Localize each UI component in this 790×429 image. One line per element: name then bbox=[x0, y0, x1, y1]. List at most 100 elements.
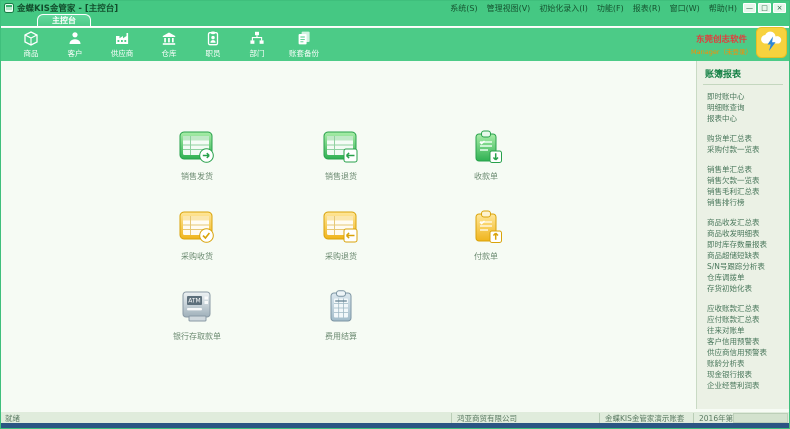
warehouse-icon bbox=[161, 30, 177, 46]
report-link[interactable]: 商品收发汇总表 bbox=[703, 217, 783, 228]
tab-main-console[interactable]: 主控台 bbox=[37, 14, 91, 26]
report-link[interactable]: 账龄分析表 bbox=[703, 358, 783, 369]
report-link[interactable]: 供应商信用预警表 bbox=[703, 347, 783, 358]
shortcut-sales-delivery[interactable]: 销售发货 bbox=[152, 129, 242, 182]
report-link[interactable]: 存货初始化表 bbox=[703, 283, 783, 294]
cloud-lightning-icon bbox=[756, 27, 787, 62]
toolbar-warehouse-button[interactable]: 仓库 bbox=[147, 29, 191, 60]
shortcut-label: 费用结算 bbox=[296, 331, 386, 342]
report-link[interactable]: 采购付款一览表 bbox=[703, 144, 783, 155]
shortcut-label: 银行存取款单 bbox=[152, 331, 242, 342]
svg-text:ATM: ATM bbox=[188, 298, 200, 305]
window-controls: — □ × bbox=[743, 3, 786, 13]
report-link[interactable]: S/N号跟踪分析表 bbox=[703, 261, 783, 272]
toolbar-label: 供应商 bbox=[111, 48, 134, 59]
report-link[interactable]: 销售排行榜 bbox=[703, 197, 783, 208]
toolbar-label: 客户 bbox=[68, 48, 83, 59]
menu-help[interactable]: 帮助(H) bbox=[709, 3, 737, 14]
menu-function[interactable]: 功能(F) bbox=[597, 3, 624, 14]
payment-bill-icon bbox=[467, 209, 505, 249]
report-link[interactable]: 销售欠款一览表 bbox=[703, 175, 783, 186]
employee-card-icon bbox=[205, 30, 221, 46]
report-link[interactable]: 商品收发明细表 bbox=[703, 228, 783, 239]
app-window: 金蝶KIS金管家 - [主控台] 系统(S) 管理视图(V) 初始化录入(I) … bbox=[0, 0, 790, 429]
report-group-finance: 应收账款汇总表 应付账款汇总表 往来对账单 客户信用预警表 供应商信用预警表 账… bbox=[703, 303, 783, 391]
report-link[interactable]: 明细账查询 bbox=[703, 102, 783, 113]
menu-init-entry[interactable]: 初始化录入(I) bbox=[539, 3, 588, 14]
shortcut-label: 收款单 bbox=[441, 171, 531, 182]
shortcut-label: 采购收货 bbox=[152, 251, 242, 262]
report-link[interactable]: 销售单汇总表 bbox=[703, 164, 783, 175]
report-link[interactable]: 销售毛利汇总表 bbox=[703, 186, 783, 197]
window-title: 金蝶KIS金管家 - [主控台] bbox=[17, 2, 118, 14]
report-link[interactable]: 应付账款汇总表 bbox=[703, 314, 783, 325]
report-link[interactable]: 即时账中心 bbox=[703, 91, 783, 102]
brand-subtitle: Manager（未登录） bbox=[691, 46, 752, 56]
close-button[interactable]: × bbox=[773, 3, 786, 13]
toolbar-employee-button[interactable]: 职员 bbox=[191, 29, 235, 60]
factory-icon bbox=[114, 30, 130, 46]
title-bar: 金蝶KIS金管家 - [主控台] 系统(S) 管理视图(V) 初始化录入(I) … bbox=[1, 1, 789, 15]
report-link[interactable]: 即时库存数量报表 bbox=[703, 239, 783, 250]
toolbar-label: 账套备份 bbox=[289, 48, 319, 59]
status-account-name: 金蝶KIS金管家演示账套 bbox=[599, 413, 684, 423]
shortcut-expense-settlement[interactable]: 费用结算 bbox=[296, 289, 386, 342]
expense-clipboard-icon bbox=[322, 289, 360, 329]
menu-bar: 系统(S) 管理视图(V) 初始化录入(I) 功能(F) 报表(R) 窗口(W)… bbox=[450, 3, 737, 14]
toolbar-goods-button[interactable]: 商品 bbox=[9, 29, 53, 60]
purchase-return-icon bbox=[322, 209, 360, 249]
report-link[interactable]: 报表中心 bbox=[703, 113, 783, 124]
toolbar-backup-button[interactable]: 账套备份 bbox=[279, 29, 329, 60]
toolbar: 商品 客户 供应商 仓库 职员 部门 账套备份 bbox=[1, 28, 789, 61]
report-group-ledgers: 即时账中心 明细账查询 报表中心 bbox=[703, 91, 783, 124]
shortcut-label: 采购退货 bbox=[296, 251, 386, 262]
report-link[interactable]: 客户信用预警表 bbox=[703, 336, 783, 347]
menu-report[interactable]: 报表(R) bbox=[633, 3, 661, 14]
toolbar-customer-button[interactable]: 客户 bbox=[53, 29, 97, 60]
toolbar-label: 商品 bbox=[24, 48, 39, 59]
org-chart-icon bbox=[249, 30, 265, 46]
toolbar-label: 部门 bbox=[250, 48, 265, 59]
sales-return-icon bbox=[322, 129, 360, 169]
status-resize-grip[interactable] bbox=[733, 413, 788, 423]
bottom-window-edge bbox=[1, 423, 789, 429]
menu-system[interactable]: 系统(S) bbox=[450, 3, 477, 14]
brand-area: 东莞创志软件 Manager（未登录） bbox=[691, 27, 789, 61]
purchase-receipt-icon bbox=[178, 209, 216, 249]
menu-view[interactable]: 管理视图(V) bbox=[487, 3, 531, 14]
shortcut-payment-bill[interactable]: 付款单 bbox=[441, 209, 531, 262]
person-icon bbox=[67, 30, 83, 46]
sales-delivery-icon bbox=[178, 129, 216, 169]
report-link[interactable]: 往来对账单 bbox=[703, 325, 783, 336]
shortcut-sales-return[interactable]: 销售退货 bbox=[296, 129, 386, 182]
report-link[interactable]: 商品超储短缺表 bbox=[703, 250, 783, 261]
receipt-bill-icon bbox=[467, 129, 505, 169]
toolbar-label: 仓库 bbox=[162, 48, 177, 59]
report-link[interactable]: 企业经营利润表 bbox=[703, 380, 783, 391]
tab-strip: 主控台 bbox=[1, 15, 789, 27]
report-link[interactable]: 应收账款汇总表 bbox=[703, 303, 783, 314]
shortcut-purchase-receipt[interactable]: 采购收货 bbox=[152, 209, 242, 262]
restore-button[interactable]: □ bbox=[758, 3, 771, 13]
menu-window[interactable]: 窗口(W) bbox=[670, 3, 700, 14]
report-group-inventory: 商品收发汇总表 商品收发明细表 即时库存数量报表 商品超储短缺表 S/N号跟踪分… bbox=[703, 217, 783, 294]
backup-docs-icon bbox=[296, 30, 312, 46]
report-group-purchase: 购货单汇总表 采购付款一览表 bbox=[703, 133, 783, 155]
report-link[interactable]: 仓库调拨单 bbox=[703, 272, 783, 283]
box-icon bbox=[23, 30, 39, 46]
status-bar: 就绪 鸿亚商贸有限公司 金蝶KIS金管家演示账套 2016年第1期 manage… bbox=[1, 411, 789, 423]
app-icon bbox=[4, 3, 14, 13]
shortcut-purchase-return[interactable]: 采购退货 bbox=[296, 209, 386, 262]
toolbar-label: 职员 bbox=[206, 48, 221, 59]
status-company: 鸿亚商贸有限公司 bbox=[451, 413, 517, 423]
toolbar-department-button[interactable]: 部门 bbox=[235, 29, 279, 60]
toolbar-supplier-button[interactable]: 供应商 bbox=[97, 29, 147, 60]
report-link[interactable]: 现金银行报表 bbox=[703, 369, 783, 380]
shortcut-receipt-bill[interactable]: 收款单 bbox=[441, 129, 531, 182]
report-link[interactable]: 购货单汇总表 bbox=[703, 133, 783, 144]
brand-name: 东莞创志软件 bbox=[691, 33, 752, 45]
report-group-sales: 销售单汇总表 销售欠款一览表 销售毛利汇总表 销售排行榜 bbox=[703, 164, 783, 208]
shortcut-label: 付款单 bbox=[441, 251, 531, 262]
shortcut-bank-deposit[interactable]: ATM 银行存取款单 bbox=[152, 289, 242, 342]
minimize-button[interactable]: — bbox=[743, 3, 756, 13]
